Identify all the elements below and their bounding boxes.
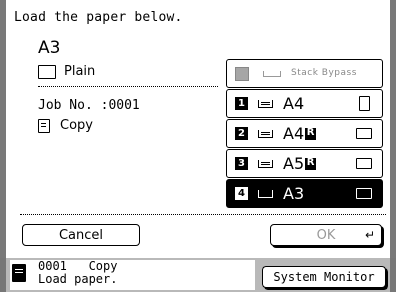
drawer-2-slot[interactable]: 2 A4 R — [226, 119, 383, 148]
rotated-badge-icon: R — [305, 156, 317, 170]
ok-button[interactable]: OK ↵ — [270, 224, 382, 246]
rotated-badge-icon: R — [305, 126, 317, 140]
landscape-orientation-icon — [356, 188, 372, 199]
drawer-1-slot[interactable]: 1 A4 — [226, 89, 383, 118]
job-status-icon — [12, 264, 26, 282]
paper-type-icon — [38, 64, 56, 79]
required-paper-size: A3 — [38, 38, 61, 58]
drawer-4-slot[interactable]: 4 A3 — [226, 179, 383, 208]
ok-label: OK — [316, 227, 336, 243]
cancel-button[interactable]: Cancel — [22, 224, 140, 246]
drawer-paper-size: A4 — [283, 94, 305, 113]
paper-type: Plain — [38, 64, 95, 79]
drawer-number: 1 — [235, 97, 248, 110]
job-type-label: Copy — [60, 118, 93, 133]
job-number: Job No. :0001 — [38, 98, 140, 113]
drawer-paper-size: A3 — [283, 184, 305, 203]
left-border-pattern — [0, 0, 6, 292]
enter-arrow-icon: ↵ — [364, 228, 375, 242]
portrait-orientation-icon — [359, 96, 370, 111]
drawer-number: 3 — [235, 157, 248, 170]
instruction-message: Load the paper below. — [14, 10, 183, 25]
stack-bypass-label: Stack Bypass — [291, 68, 357, 78]
divider — [38, 86, 218, 87]
status-line-2: Load paper. — [38, 272, 118, 286]
drawer-paper-size: A4 — [283, 124, 305, 143]
drawer-number: 2 — [235, 127, 248, 140]
drawer-number: 4 — [235, 187, 248, 200]
tray-icon — [258, 189, 273, 198]
tray-icon — [258, 159, 273, 168]
tray-icon — [258, 99, 273, 108]
job-type: Copy — [38, 118, 93, 133]
right-border-pattern — [390, 0, 396, 292]
landscape-orientation-icon — [356, 158, 372, 169]
drawer-3-slot[interactable]: 3 A5 R — [226, 149, 383, 178]
system-monitor-button[interactable]: System Monitor — [262, 266, 386, 288]
drawer-paper-size: A5 — [283, 154, 305, 173]
copy-icon — [38, 118, 50, 133]
tray-icon — [258, 129, 273, 138]
divider — [20, 214, 386, 215]
paper-type-label: Plain — [64, 64, 96, 79]
status-text: 0001 Copy Load paper. — [38, 260, 117, 286]
landscape-orientation-icon — [356, 128, 372, 139]
stack-bypass-slot: Stack Bypass — [226, 59, 383, 88]
stack-bypass-icon — [235, 66, 249, 81]
tray-icon — [263, 70, 281, 77]
